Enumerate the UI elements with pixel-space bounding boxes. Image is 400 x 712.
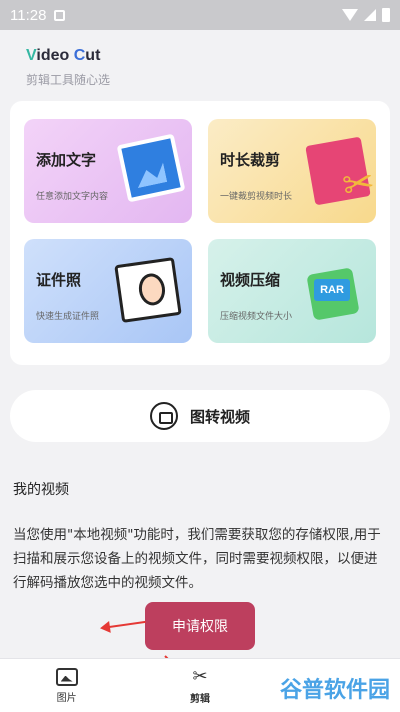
tool-card-trim[interactable]: 时长裁剪 一键裁剪视频时长	[208, 119, 376, 223]
app-title-c: C	[73, 47, 86, 64]
image-text-icon	[116, 133, 186, 203]
status-bar: 11:28	[0, 0, 400, 30]
tools-panel: 添加文字 任意添加文字内容 时长裁剪 一键裁剪视频时长 证件照 快速生成证件照 …	[10, 101, 390, 365]
app-header: Video Cut 剪辑工具随心选	[26, 47, 110, 88]
wifi-icon	[342, 9, 358, 21]
video-convert-icon	[149, 402, 178, 430]
notification-icon	[54, 9, 66, 21]
tool-card-compress[interactable]: 视频压缩 压缩视频文件大小 RAR	[208, 239, 376, 343]
app-title-end: ut	[85, 47, 101, 64]
tool-subtitle: 压缩视频文件大小	[220, 312, 293, 322]
rar-badge: RAR	[314, 279, 350, 301]
request-permission-button[interactable]: 申请权限	[145, 602, 255, 650]
tool-card-add-text[interactable]: 添加文字 任意添加文字内容	[24, 119, 192, 223]
status-time: 11:28	[10, 6, 47, 24]
rar-archive-icon: RAR	[304, 257, 364, 321]
status-icons	[342, 8, 390, 22]
scissors-icon: ✂	[192, 665, 208, 687]
app-subtitle: 剪辑工具随心选	[26, 73, 111, 87]
app-title: Video Cut	[26, 47, 110, 65]
watermark-logo: 谷普软件园	[279, 678, 390, 703]
tool-subtitle: 快速生成证件照	[36, 312, 100, 322]
nav-item-edit[interactable]: ✂ 剪辑	[133, 659, 266, 712]
picture-icon	[55, 667, 78, 686]
nav-label: 剪辑	[189, 693, 210, 705]
app-title-v: V	[26, 47, 37, 64]
tool-title: 证件照	[36, 271, 82, 289]
tool-title: 视频压缩	[220, 271, 281, 289]
image-to-video-button[interactable]: 图转视频	[10, 390, 390, 442]
id-photo-icon	[114, 257, 182, 323]
nav-label: 图片	[56, 692, 77, 704]
tool-subtitle: 一键裁剪视频时长	[220, 192, 293, 202]
arrow-annotation-icon	[101, 620, 146, 629]
permission-notice: 当您使用"本地视频"功能时，我们需要获取您的存储权限,用于扫描和展示您设备上的视…	[13, 527, 381, 591]
image-to-video-label: 图转视频	[189, 407, 250, 426]
tool-title: 添加文字	[36, 151, 97, 169]
my-videos-title: 我的视频	[13, 482, 69, 498]
tool-subtitle: 任意添加文字内容	[36, 192, 109, 202]
nav-item-pictures[interactable]: 图片	[0, 659, 133, 712]
tool-title: 时长裁剪	[220, 151, 281, 169]
signal-icon	[364, 9, 376, 21]
scissors-icon	[305, 136, 371, 206]
tool-card-id-photo[interactable]: 证件照 快速生成证件照	[24, 239, 192, 343]
battery-icon	[382, 8, 390, 22]
app-title-mid: ideo	[36, 47, 74, 64]
